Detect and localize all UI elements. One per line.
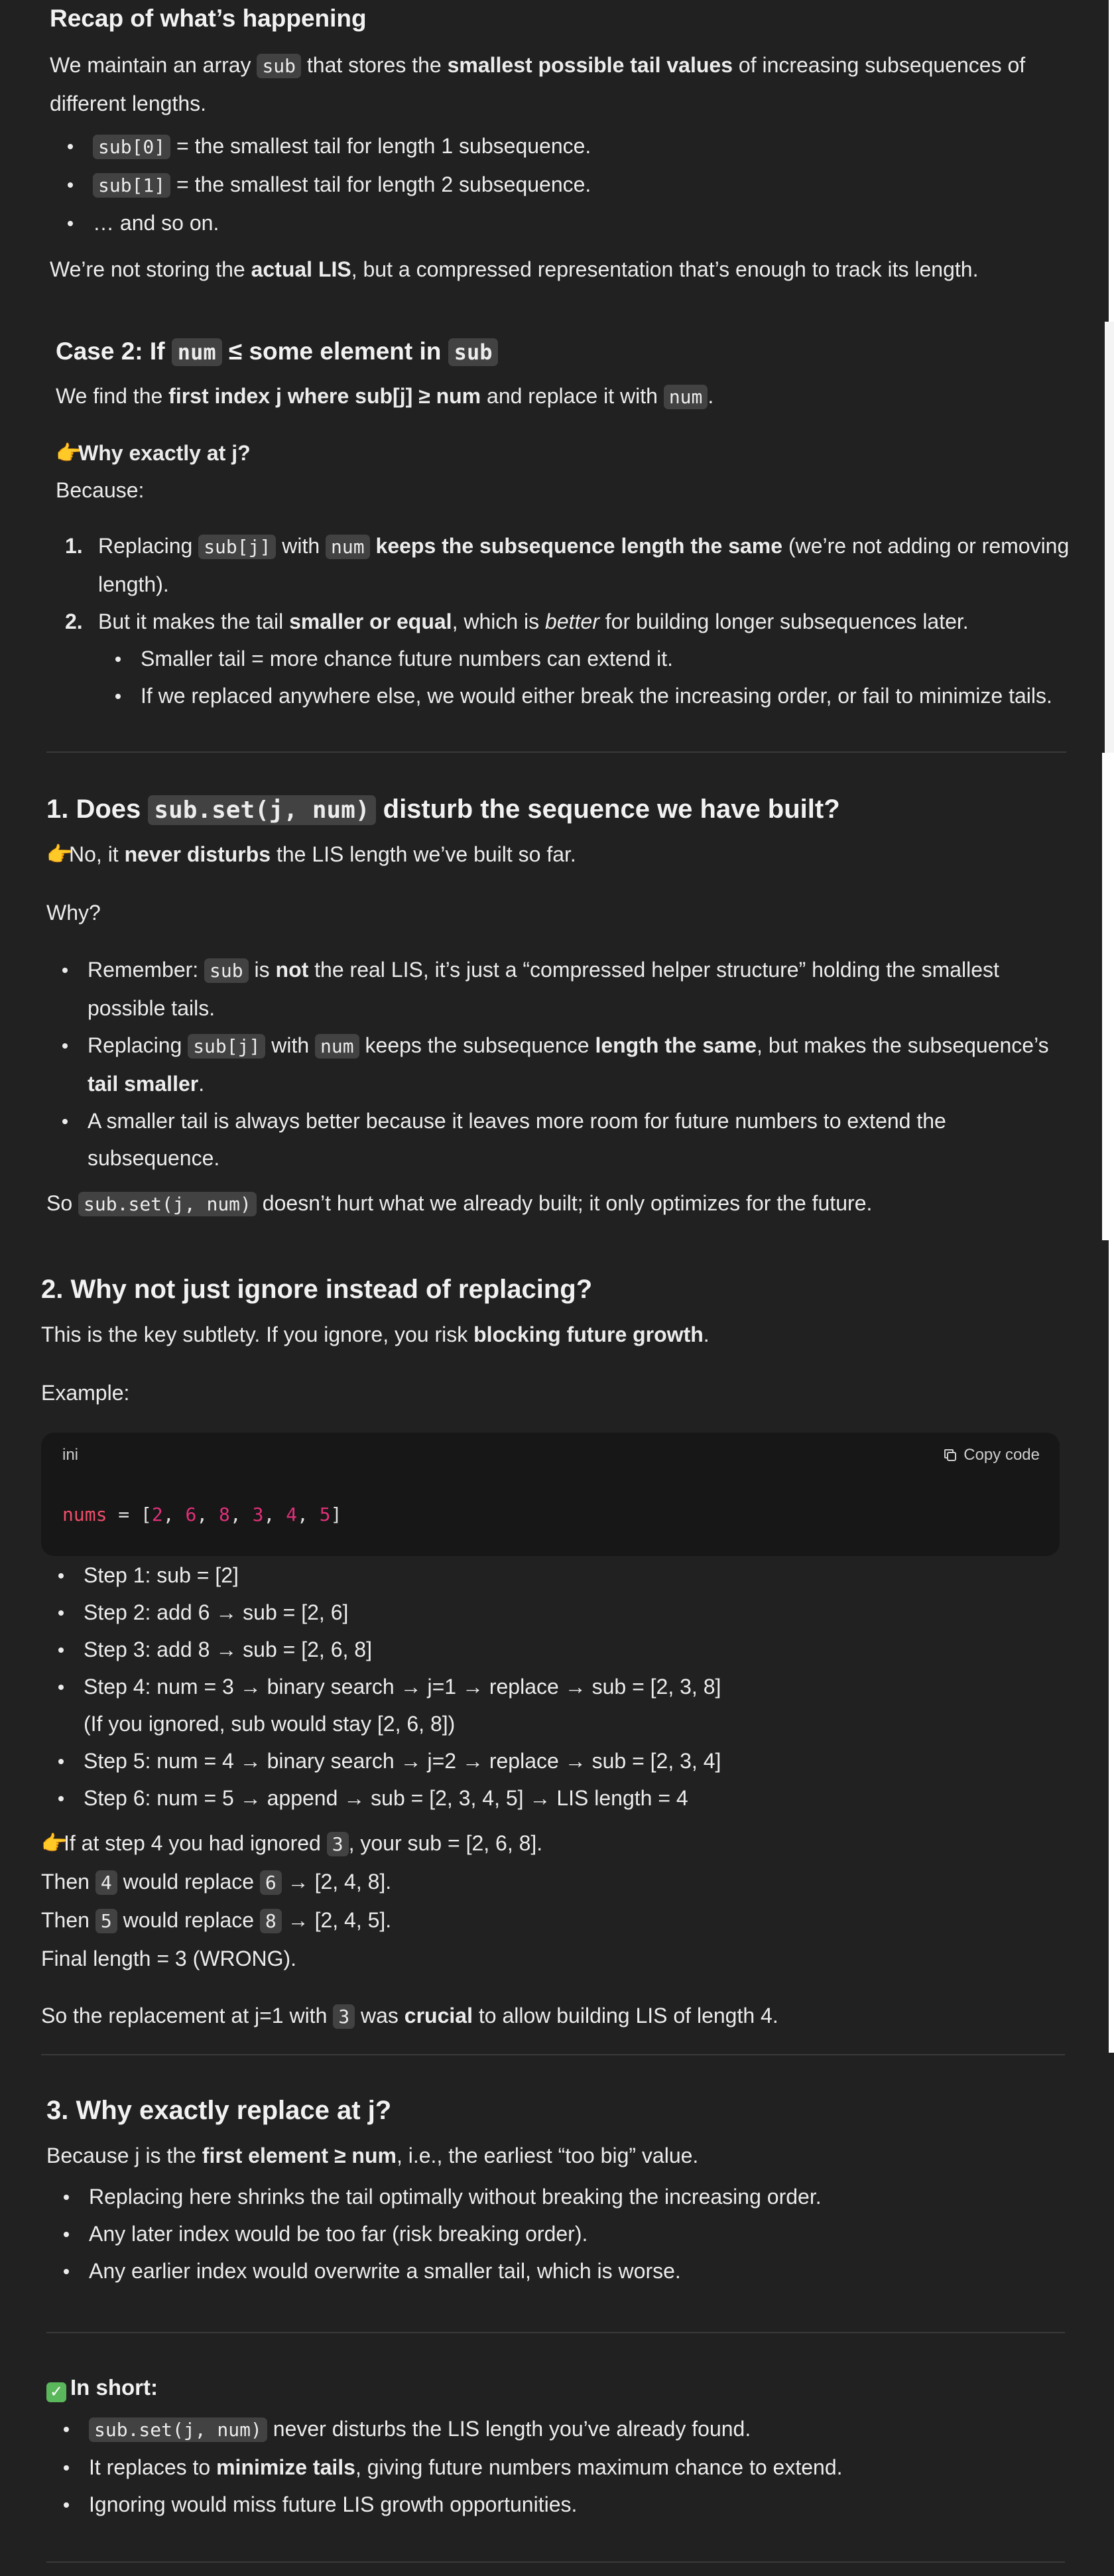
summary-list: sub.set(j, num) never disturbs the LIS l…	[64, 2410, 1081, 2523]
list-item: Any later index would be too far (risk b…	[64, 2215, 1081, 2252]
check-icon: ✓	[46, 2382, 66, 2402]
final-length: Final length = 3 (WRONG).	[41, 1947, 296, 1970]
code-content: nums = [2, 6, 8, 3, 4, 5]	[62, 1504, 342, 1525]
list-item: sub[1] = the smallest tail for length 2 …	[68, 166, 1058, 204]
section-3-title: 3. Why exactly replace at j?	[46, 2096, 392, 2125]
divider	[46, 2561, 1065, 2563]
list-item: Any earlier index would overwrite a smal…	[64, 2252, 1081, 2289]
list-item: Step 6: num = 5 → append → sub = [2, 3, …	[58, 1779, 1089, 1817]
case2-intro: We find the first index j where sub[j] ≥…	[56, 384, 714, 409]
section-2-steps: Step 1: sub = [2] Step 2: add 6 → sub = …	[41, 1557, 1089, 2035]
list-item: Step 1: sub = [2]	[58, 1557, 1089, 1594]
case2-reasons: 1. Replacing sub[j] with num keeps the s…	[65, 527, 1090, 714]
ignored-line: 👉If at step 4 you had ignored 3, your su…	[41, 1825, 1089, 1863]
copy-code-button[interactable]: Copy code	[942, 1442, 1040, 1468]
case2-why-title: 👉Why exactly at j?	[56, 434, 1090, 472]
section-2-title: 2. Why not just ignore instead of replac…	[41, 1275, 593, 1304]
section-1: 1. Does sub.set(j, num) disturb the sequ…	[46, 788, 1081, 1223]
section-1-answer: 👉No, it never disturbs the LIS length we…	[46, 836, 1081, 873]
section-3-list: Replacing here shrinks the tail optimall…	[64, 2178, 1081, 2289]
then-line-2: Then 5 would replace 8 → [2, 4, 5].	[41, 1908, 392, 1933]
section-2-example-label: Example:	[41, 1381, 130, 1405]
divider	[41, 2054, 1065, 2055]
list-item: Replacing sub[j] with num keeps the subs…	[62, 1027, 1081, 1102]
divider	[46, 2332, 1065, 2333]
recap-intro: We maintain an array sub that stores the…	[50, 53, 1026, 115]
list-item: Step 5: num = 4 → binary search → j=2 → …	[58, 1742, 1089, 1779]
code-block: ini Copy code nums = [2, 6, 8, 3, 4, 5]	[41, 1433, 1060, 1556]
list-item: It replaces to minimize tails, giving fu…	[64, 2449, 1081, 2486]
case2-subreasons: Smaller tail = more chance future number…	[115, 640, 1090, 714]
list-item: Smaller tail = more chance future number…	[115, 640, 1090, 677]
divider	[46, 751, 1066, 753]
scroll-edge-3	[1102, 753, 1114, 1240]
section-1-list: Remember: sub is not the real LIS, it’s …	[62, 951, 1081, 1177]
section-2-intro: This is the key subtlety. If you ignore,…	[41, 1322, 710, 1346]
section-1-why: Why?	[46, 901, 101, 925]
pointing-hand-icon: 👉	[46, 842, 73, 866]
list-item: sub[0] = the smallest tail for length 1 …	[68, 127, 1058, 166]
case2-title: Case 2: If num ≤ some element in sub	[56, 330, 1090, 373]
list-item: 2. But it makes the tail smaller or equa…	[65, 603, 1090, 714]
steps-list: Step 1: sub = [2] Step 2: add 6 → sub = …	[58, 1557, 1089, 1817]
list-item: A smaller tail is always better because …	[62, 1102, 1081, 1177]
section-3-intro: Because j is the first element ≥ num, i.…	[46, 2144, 699, 2167]
section-1-summary: So sub.set(j, num) doesn’t hurt what we …	[46, 1191, 873, 1216]
section-3: 3. Why exactly replace at j? Because j i…	[46, 2089, 1081, 2289]
code-language-label: ini	[62, 1446, 79, 1464]
list-item: sub.set(j, num) never disturbs the LIS l…	[64, 2410, 1081, 2449]
case2-because: Because:	[56, 478, 145, 502]
case2-section: Case 2: If num ≤ some element in sub We …	[56, 330, 1090, 714]
pointing-hand-icon: 👉	[56, 441, 82, 465]
list-item: … and so on.	[68, 204, 1058, 241]
section-2-summary: So the replacement at j=1 with 3 was cru…	[41, 2004, 778, 2029]
recap-title: Recap of what’s happening	[50, 5, 367, 32]
recap-list: sub[0] = the smallest tail for length 1 …	[68, 127, 1058, 241]
scroll-edge-1	[1109, 0, 1114, 322]
list-item: Replacing here shrinks the tail optimall…	[64, 2178, 1081, 2215]
list-item: Step 3: add 8 → sub = [2, 6, 8]	[58, 1631, 1089, 1668]
summary-section: ✓ In short: sub.set(j, num) never disturb…	[46, 2369, 1081, 2523]
section-2: 2. Why not just ignore instead of replac…	[41, 1268, 1089, 1411]
recap-summary: We’re not storing the actual LIS, but a …	[50, 257, 979, 281]
scroll-edge-4	[1109, 1240, 1114, 2053]
summary-title: ✓ In short:	[46, 2369, 1081, 2406]
pointing-hand-icon: 👉	[41, 1831, 68, 1855]
copy-icon	[944, 1449, 957, 1461]
list-item: Step 2: add 6 → sub = [2, 6]	[58, 1594, 1089, 1631]
list-item: Step 4: num = 3 → binary search → j=1 → …	[58, 1668, 1089, 1742]
list-item: Remember: sub is not the real LIS, it’s …	[62, 951, 1081, 1027]
list-item: If we replaced anywhere else, we would e…	[115, 677, 1090, 714]
scroll-edge-2	[1105, 322, 1114, 753]
list-item: Ignoring would miss future LIS growth op…	[64, 2486, 1081, 2523]
then-line-1: Then 4 would replace 6 → [2, 4, 8].	[41, 1870, 392, 1895]
recap-section: Recap of what’s happening We maintain an…	[50, 0, 1058, 288]
section-1-title: 1. Does sub.set(j, num) disturb the sequ…	[46, 795, 840, 825]
list-item: 1. Replacing sub[j] with num keeps the s…	[65, 534, 1070, 596]
